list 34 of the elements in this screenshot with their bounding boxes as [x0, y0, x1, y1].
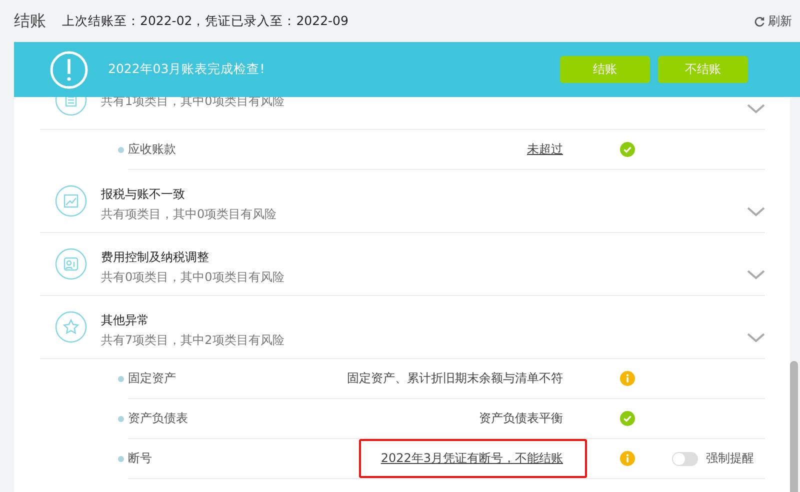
page-title: 结账: [14, 10, 46, 32]
document-icon: [55, 97, 87, 116]
category-summary: 共有项类目，其中0项类目有风险: [101, 206, 278, 222]
people-icon: [55, 248, 87, 280]
result-text: 固定资产、累计折旧期末余额与清单不符: [347, 370, 563, 387]
exclamation-icon: [50, 50, 88, 88]
check-item-name: 应收账款: [128, 141, 177, 158]
check-item-name: 断号: [128, 450, 153, 467]
category-summary: 共有7项类目，其中2项类目有风险: [101, 332, 286, 348]
bullet-icon: [118, 416, 124, 422]
notice-message: 2022年03月账表完成检查!: [108, 61, 266, 78]
check-item-name: 资产负债表: [128, 410, 189, 427]
scrollbar-thumb[interactable]: [790, 361, 798, 492]
bullet-icon: [118, 147, 124, 153]
result-text: 资产负债表平衡: [479, 410, 563, 427]
chevron-down-icon[interactable]: [747, 270, 765, 280]
category-title: 费用控制及纳税调整: [101, 248, 210, 266]
check-item-name: 固定资产: [128, 370, 177, 387]
chevron-down-icon[interactable]: [747, 104, 765, 114]
chart-icon: [55, 185, 87, 217]
toggle-switch[interactable]: [672, 452, 698, 466]
result-link[interactable]: 2022年3月凭证有断号，不能结账: [358, 439, 587, 478]
bullet-icon: [118, 376, 124, 382]
chevron-down-icon[interactable]: [747, 207, 765, 217]
bullet-icon: [118, 456, 124, 462]
chevron-down-icon[interactable]: [747, 333, 765, 343]
category-summary: 共有0项类目，其中0项类目有风险: [101, 268, 286, 286]
closing-info: 上次结账至：2022-02，凭证已录入至：2022-09: [62, 12, 350, 30]
category-title: 报税与账不一致: [101, 186, 186, 202]
refresh-button[interactable]: 刷新: [754, 12, 792, 30]
result-link[interactable]: 未超过: [527, 141, 563, 158]
category-title: 其他异常: [101, 312, 150, 328]
refresh-icon: [754, 16, 765, 26]
toggle-label: 强制提醒: [706, 450, 754, 467]
